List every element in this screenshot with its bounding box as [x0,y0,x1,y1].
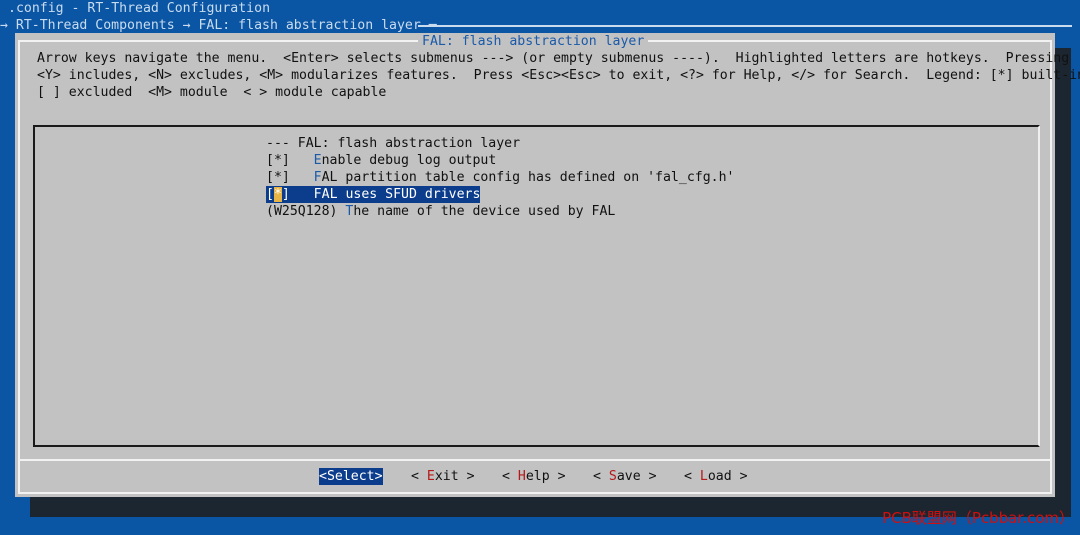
help-line: Arrow keys navigate the menu. <Enter> se… [37,51,1070,66]
hotkey-letter: F [313,187,322,202]
cursor-checkbox-mark: * [273,187,282,202]
select-button[interactable]: <Select> [319,468,383,485]
menu-item-partition-table-config[interactable]: [*] FAL partition table config has defin… [266,169,734,186]
hotkey-letter: S [608,469,617,484]
hotkey-letter: E [313,153,322,168]
help-line: [ ] excluded <M> module < > module capab… [37,85,387,100]
watermark: PCB联盟网（Pcbbar.com） [882,509,1074,527]
menu-item-label: he name of the device used by FAL [353,204,616,219]
menu-item-sfud-drivers[interactable]: [*] FAL uses SFUD drivers [266,186,481,203]
button-label: oad > [707,469,748,484]
button-label: xit > [434,469,475,484]
button-bracket: < [684,469,700,484]
header-rule [418,25,1072,27]
help-line: <Y> includes, <N> excludes, <M> modulari… [37,68,1080,83]
menu-item-device-name[interactable]: (W25Q128) The name of the device used by… [266,203,615,220]
help-button[interactable]: < Help > [502,468,566,485]
button-bracket: < [411,469,427,484]
save-button[interactable]: < Save > [593,468,657,485]
checkbox-checked: [*] [266,170,314,185]
bracket-close: ] [281,187,314,202]
load-button[interactable]: < Load > [684,468,748,485]
menu-item-label: AL uses SFUD drivers [321,187,481,202]
menu-item-enable-debug-log[interactable]: [*] Enable debug log output [266,152,496,169]
hotkey-letter: L [699,469,708,484]
menu-item-label: AL partition table config has defined on… [321,170,735,185]
dialog-shadow-right [1055,48,1071,517]
hotkey-letter: H [517,469,526,484]
help-text: Arrow keys navigate the menu. <Enter> se… [37,50,1080,101]
hotkey-letter: F [313,170,322,185]
menu-list[interactable]: --- FAL: flash abstraction layer [*] Ena… [33,125,1040,447]
hotkey-letter: E [426,469,435,484]
breadcrumb: → RT-Thread Components → FAL: flash abst… [0,18,437,33]
button-bracket: < [502,469,518,484]
button-bracket: < [593,469,609,484]
string-value: (W25Q128) [266,204,346,219]
window-title: .config - RT-Thread Configuration [8,1,271,16]
exit-button[interactable]: < Exit > [411,468,475,485]
menu-item-label: nable debug log output [321,153,497,168]
button-separator [18,459,1052,461]
button-label: elp > [525,469,566,484]
config-dialog: FAL: flash abstraction layer Arrow keys … [15,33,1080,497]
button-label: ave > [616,469,657,484]
bracket-open: [ [266,187,274,202]
checkbox-checked: [*] [266,153,314,168]
menu-header: --- FAL: flash abstraction layer [266,136,521,151]
dialog-title: FAL: flash abstraction layer [418,33,649,50]
